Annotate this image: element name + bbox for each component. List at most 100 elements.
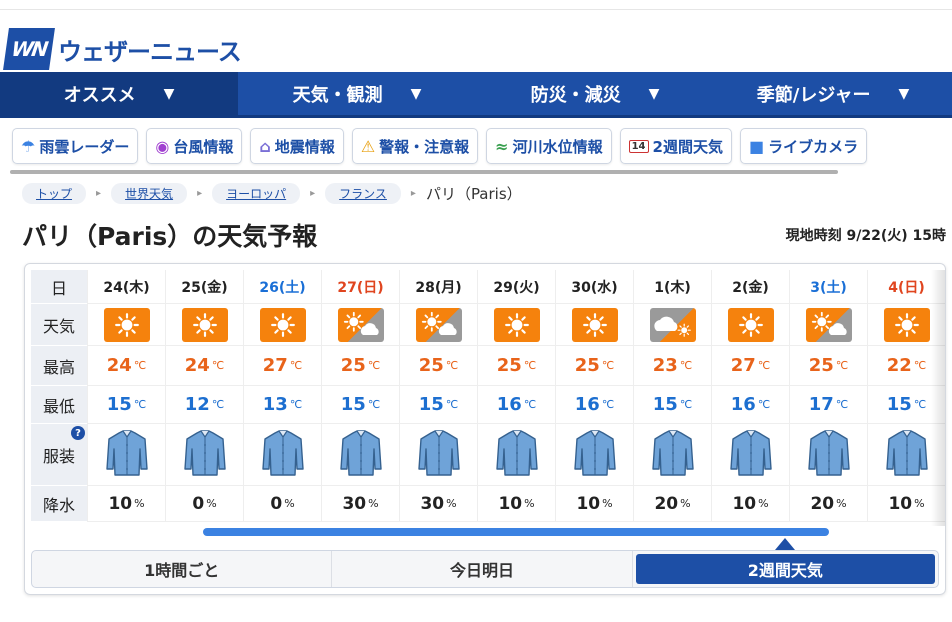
help-icon[interactable]: ?: [71, 426, 85, 440]
high-temp-value: 25: [418, 355, 444, 376]
high-temp-value: 27: [262, 355, 288, 376]
row-label-rain: 降水: [31, 486, 87, 522]
weather-icon-cell: [556, 304, 633, 346]
high-temp-value: 25: [496, 355, 522, 376]
rain-value: 20: [810, 493, 835, 514]
typhoon-button[interactable]: ◉ 台風情報: [146, 128, 243, 164]
day-date: 26(土): [244, 270, 321, 304]
day-date: 29(火): [478, 270, 555, 304]
horizontal-scrollbar[interactable]: [203, 528, 829, 536]
breadcrumb: トップ ▸ 世界天気 ▸ ヨーロッパ ▸ フランス ▸ パリ（Paris）: [0, 174, 952, 212]
rain-value: 0: [270, 493, 283, 514]
high-temp-value: 25: [574, 355, 600, 376]
temp-unit: ℃: [835, 359, 849, 372]
low-temp: 13 ℃: [244, 386, 321, 424]
rain-unit: %: [914, 497, 925, 510]
shirt-icon: [183, 429, 227, 481]
row-label-clothes-text: 服装: [42, 446, 75, 466]
high-temp-value: 25: [340, 355, 366, 376]
calendar-icon: 14: [628, 139, 649, 153]
day-column: 3(土) 25 ℃ 17 ℃ 20%: [789, 270, 867, 522]
weather-icon-cell: [244, 304, 321, 346]
rain-chance: 10%: [556, 486, 633, 522]
warning-button[interactable]: ⚠ 警報・注意報: [351, 128, 479, 164]
river-icon: ≈: [495, 136, 509, 156]
live-camera-button[interactable]: ■ ライブカメラ: [739, 128, 868, 164]
day-column: 25(金) 24 ℃ 12 ℃ 0%: [165, 270, 243, 522]
breadcrumb-separator-icon: ▸: [310, 187, 316, 199]
house-icon: ⌂: [259, 136, 271, 156]
sunny-weather-icon: [259, 307, 306, 342]
low-temp: 16 ℃: [712, 386, 789, 424]
button-label: 2週間天気: [652, 137, 723, 156]
main-nav-item-season[interactable]: 季節/レジャー ▼: [714, 72, 952, 115]
high-temp-value: 24: [106, 355, 132, 376]
main-nav-item-recommend[interactable]: オススメ ▼: [0, 72, 238, 115]
temp-unit: ℃: [523, 359, 537, 372]
day-date: 2(金): [712, 270, 789, 304]
main-nav-item-disaster[interactable]: 防災・減災 ▼: [476, 72, 714, 115]
low-temp: 15 ℃: [322, 386, 399, 424]
tab-two-week[interactable]: 2週間天気: [635, 554, 935, 584]
sunny-cloudy-weather-icon: [805, 307, 852, 342]
rain-chance: 10%: [712, 486, 789, 522]
rain-radar-button[interactable]: ☂ 雨雲レーダー: [12, 128, 139, 164]
tab-today-tomorrow[interactable]: 今日明日: [332, 551, 633, 587]
warning-icon: ⚠: [360, 136, 376, 156]
day-column: 30(水) 25 ℃ 16 ℃ 10%: [555, 270, 633, 522]
main-nav-item-weather[interactable]: 天気・観測 ▼: [238, 72, 476, 115]
low-temp: 15 ℃: [400, 386, 477, 424]
high-temp: 25 ℃: [790, 346, 867, 386]
rain-value: 10: [888, 493, 913, 514]
rain-value: 10: [108, 493, 133, 514]
site-logo[interactable]: WN ウェザーニュース: [3, 28, 242, 70]
low-temp-value: 17: [808, 394, 834, 415]
clothes-cell: [634, 424, 711, 486]
row-label-low: 最低: [31, 386, 87, 424]
typhoon-icon: ◉: [155, 136, 170, 156]
high-temp: 23 ℃: [634, 346, 711, 386]
breadcrumb-link[interactable]: トップ: [22, 182, 87, 204]
breadcrumb-link[interactable]: フランス: [325, 182, 401, 204]
two-week-button[interactable]: 14 2週間天気: [619, 128, 732, 164]
rain-unit: %: [206, 497, 217, 510]
temp-unit: ℃: [679, 398, 693, 411]
shirt-icon: [807, 429, 851, 481]
clothes-cell: [712, 424, 789, 486]
forecast-columns[interactable]: 24(木) 24 ℃ 15 ℃ 10% 25(金) 24 ℃ 12 ℃ 0% 26(土)…: [87, 270, 945, 522]
rain-value: 10: [576, 493, 601, 514]
weather-icon-cell: [634, 304, 711, 346]
temp-unit: ℃: [367, 359, 381, 372]
sunny-weather-icon: [883, 307, 930, 342]
main-nav-label: 防災・減災: [530, 84, 621, 106]
temp-unit: ℃: [133, 398, 147, 411]
day-column: 27(日) 25 ℃ 15 ℃ 30%: [321, 270, 399, 522]
temp-unit: ℃: [523, 398, 537, 411]
button-label: 地震情報: [274, 137, 335, 156]
breadcrumb-link[interactable]: 世界天気: [111, 182, 188, 204]
rain-unit: %: [368, 497, 379, 510]
rain-unit: %: [134, 497, 145, 510]
day-date: 25(金): [166, 270, 243, 304]
tab-hourly[interactable]: 1時間ごと: [32, 551, 333, 587]
cloudy-sunny-weather-icon: [649, 307, 696, 342]
rain-unit: %: [836, 497, 847, 510]
rain-unit: %: [602, 497, 613, 510]
river-button[interactable]: ≈ 河川水位情報: [486, 128, 612, 164]
temp-unit: ℃: [913, 398, 927, 411]
high-temp-value: 23: [652, 355, 678, 376]
earthquake-button[interactable]: ⌂ 地震情報: [250, 128, 344, 164]
temp-unit: ℃: [133, 359, 147, 372]
breadcrumb-link[interactable]: ヨーロッパ: [212, 182, 301, 204]
row-label-clothes: 服装?: [31, 424, 87, 486]
high-temp-value: 25: [808, 355, 834, 376]
day-date: 28(月): [400, 270, 477, 304]
low-temp-value: 12: [184, 394, 210, 415]
rain-unit: %: [524, 497, 535, 510]
top-border: [0, 0, 952, 10]
weather-icon-cell: [322, 304, 399, 346]
row-label-weather: 天気: [31, 304, 87, 346]
sunny-cloudy-weather-icon: [415, 307, 462, 342]
chevron-down-icon: ▼: [898, 85, 910, 102]
subnav-scrollbar[interactable]: [10, 170, 838, 174]
